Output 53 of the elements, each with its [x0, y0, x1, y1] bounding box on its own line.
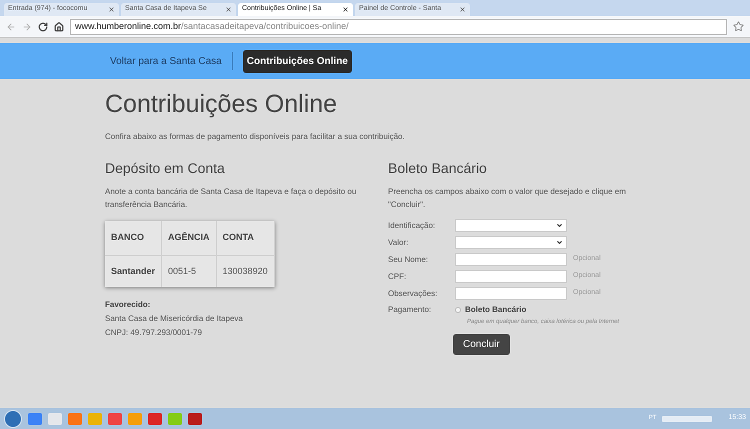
url-host: www.humberonline.com.br — [75, 20, 182, 33]
close-icon[interactable] — [108, 6, 115, 13]
nav-link[interactable]: Contribuições Online — [242, 50, 352, 72]
reload-icon[interactable] — [38, 22, 48, 32]
close-icon[interactable] — [459, 6, 466, 13]
boleto-text: Preencha os campos abaixo com o valor que desejado e clique em "Concluir". — [388, 186, 627, 211]
tray-icons-drawing — [662, 416, 712, 422]
radio-button[interactable] — [455, 307, 461, 313]
field-label: CPF: — [388, 270, 408, 282]
dropdown-caret-icon — [556, 239, 563, 246]
column-header: AGÊNCIA — [162, 221, 216, 255]
submit-button[interactable]: Concluir — [453, 334, 510, 355]
taskbar-app-icon[interactable] — [148, 412, 162, 424]
url-path: /santacasadeitapeva/contribuicoes-online/ — [181, 20, 349, 33]
radio-label: Boleto Bancário — [465, 304, 526, 316]
column-header: CONTA — [216, 221, 274, 255]
start-orb-icon[interactable] — [4, 410, 22, 428]
star-icon[interactable] — [733, 21, 744, 32]
taskbar-app-icon[interactable] — [188, 412, 202, 424]
dropdown-caret-icon — [556, 222, 563, 229]
select-field[interactable] — [455, 236, 567, 249]
table-cell: 0051-5 — [162, 255, 216, 287]
page-title: Contribuições Online — [105, 89, 338, 119]
text-field[interactable] — [455, 270, 567, 283]
forward-arrow-icon[interactable] — [22, 22, 32, 32]
text-field[interactable] — [455, 287, 567, 300]
section-heading: Depósito em Conta — [105, 159, 226, 178]
home-icon[interactable] — [54, 22, 64, 32]
table-cell: 130038920 — [216, 255, 274, 287]
table-cell: Santander — [105, 255, 162, 287]
address-field[interactable]: www.humberonline.com.br/santacasadeitapeva/contribuicoes-online/ — [70, 18, 727, 34]
back-arrow-icon[interactable] — [6, 22, 16, 32]
taskbar-app-icon[interactable] — [108, 412, 122, 424]
field-label: Pagamento: — [388, 304, 432, 316]
close-icon[interactable] — [342, 6, 349, 13]
nav-link[interactable]: Voltar para a Santa Casa — [110, 54, 222, 68]
favored-label: Favorecido: — [105, 299, 152, 311]
field-label: Observações: — [388, 288, 438, 300]
text-field[interactable] — [455, 253, 567, 266]
select-field[interactable] — [455, 219, 567, 232]
section-heading: Boleto Bancário — [388, 159, 488, 178]
cnpj-text: CNPJ: 49.797.293/0001-79 — [105, 327, 203, 339]
taskbar-app-icon[interactable] — [28, 412, 42, 424]
close-icon[interactable] — [225, 6, 232, 13]
column-header: BANCO — [105, 221, 162, 255]
intro-text: Confira abaixo as formas de pagamento disponíveis para facilitar a sua contribuição. — [105, 131, 406, 143]
field-label: Seu Nome: — [388, 254, 430, 266]
field-label: Identificação: — [388, 220, 436, 232]
favored-name: Santa Casa de Misericórdia de Itapeva — [105, 313, 244, 325]
taskbar-app-icon[interactable] — [48, 412, 62, 424]
deposit-text: Anote a conta bancária de Santa Casa de Itapeva e faça o depósito ou transferência Bancária. — [105, 186, 358, 211]
taskbar-app-icon[interactable] — [68, 412, 82, 424]
field-label: Valor: — [388, 236, 410, 248]
